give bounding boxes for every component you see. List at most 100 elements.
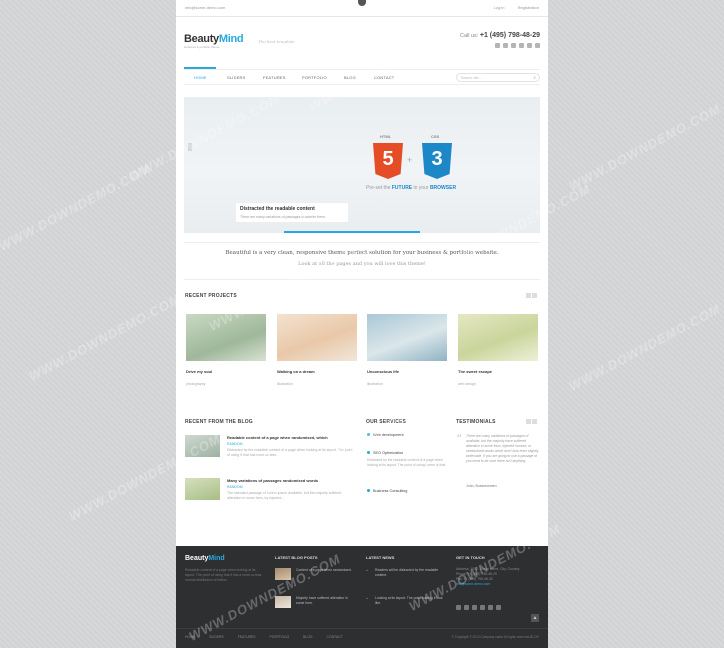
linkedin-icon[interactable]	[535, 43, 540, 48]
footer-nav-sliders[interactable]: SLIDERS	[209, 635, 224, 639]
nav-contact[interactable]: CONTACT	[374, 75, 394, 80]
footer-post-title[interactable]: Content of a page when randomised.	[296, 568, 356, 573]
nav-blog[interactable]: BLOG	[344, 75, 356, 80]
footer-latest-news-title: LATEST NEWS	[366, 555, 395, 560]
search-box[interactable]: Search site... ⌕	[456, 73, 540, 82]
project-card[interactable]: Unconscious life illustration	[367, 314, 447, 386]
project-image[interactable]	[367, 314, 447, 361]
footer-post-title[interactable]: Majority have suffered alteration in som…	[296, 596, 356, 606]
service-item[interactable]: Web development	[367, 433, 447, 437]
project-card[interactable]: The sweet escape web design	[458, 314, 538, 386]
footer-logo[interactable]: BeautyMind	[185, 555, 225, 562]
login-link[interactable]: Log in	[494, 5, 505, 10]
rss-icon[interactable]	[495, 43, 500, 48]
blog-thumbnail[interactable]	[185, 435, 220, 457]
footer-news-text[interactable]: Looking at its layout. The point making …	[375, 596, 445, 606]
testimonial-text: There are many variations of passages of…	[466, 434, 539, 463]
vimeo-icon[interactable]	[527, 43, 532, 48]
project-name[interactable]: Walking on a dream	[277, 369, 315, 374]
footer-nav-contact[interactable]: CONTACT	[327, 635, 343, 639]
header-phone: Call us: +1 (495) 798-48-29	[460, 32, 540, 39]
project-card[interactable]: Walking on a dream illustration	[277, 314, 357, 386]
nav-active-indicator	[184, 67, 216, 69]
nav-sliders[interactable]: SLIDERS	[227, 75, 246, 80]
main-nav: HOME SLIDERS FEATURES PORTFOLIO BLOG CON…	[184, 67, 540, 85]
dribbble-icon[interactable]	[519, 43, 524, 48]
project-card[interactable]: Drive my soul photography	[186, 314, 266, 386]
footer-post-thumbnail[interactable]	[275, 596, 291, 608]
projects-prev-button[interactable]	[526, 293, 531, 298]
project-category: web design	[458, 382, 476, 386]
intro-block: Beautiful is a very clean, responsive th…	[184, 242, 540, 280]
nav-portfolio[interactable]: PORTFOLIO	[302, 75, 327, 80]
service-item[interactable]: SEO Optimization Distracted by the reada…	[367, 451, 447, 468]
nav-home[interactable]: HOME	[194, 75, 207, 80]
project-name[interactable]: Drive my soul	[186, 369, 212, 374]
slider-prev-arrow[interactable]	[188, 143, 192, 151]
project-image[interactable]	[186, 314, 266, 361]
blog-post-title[interactable]: Many variations of passages randomised w…	[227, 478, 318, 483]
logo-part-1: Beauty	[184, 33, 219, 45]
twitter-icon[interactable]	[464, 605, 469, 610]
recent-projects-title: RECENT PROJECTS	[185, 293, 237, 299]
logo-part-2: Mind	[218, 33, 244, 45]
slider-progress-bar	[284, 231, 420, 233]
hero-slider: HTML CSS 5 + 3 Pre-set the FUTURE in you…	[184, 97, 540, 233]
footer-nav-portfolio[interactable]: PORTFOLIO	[270, 635, 290, 639]
site-logo[interactable]: BeautyMind	[184, 33, 244, 45]
testimonials-next-button[interactable]	[532, 419, 537, 424]
slide-subtitle-browser: BROWSER	[429, 185, 457, 191]
phone-number: +1 (495) 798-48-29	[479, 32, 540, 39]
footer-nav-features[interactable]: FEATURES	[238, 635, 256, 639]
slide-subtitle-mid: in your	[413, 185, 429, 191]
bullet-icon	[367, 433, 370, 436]
dribbble-icon[interactable]	[480, 605, 485, 610]
project-name[interactable]: Unconscious life	[367, 369, 399, 374]
phone-label: Call us:	[459, 33, 479, 39]
twitter-icon[interactable]	[503, 43, 508, 48]
back-to-top-button[interactable]: ▲	[531, 614, 539, 622]
rss-icon[interactable]	[456, 605, 461, 610]
search-icon[interactable]: ⌕	[533, 75, 536, 81]
news-icon: ▪	[366, 596, 368, 602]
facebook-icon[interactable]	[472, 605, 477, 610]
youtube-icon[interactable]	[496, 605, 501, 610]
service-name[interactable]: Web development	[373, 433, 404, 437]
service-item[interactable]: Business Consulting	[367, 489, 447, 493]
blog-thumbnail[interactable]	[185, 478, 220, 500]
blog-list-item: Many variations of passages randomised w…	[185, 478, 355, 518]
top-bar: info@some-demo.com Log in Registration	[176, 0, 548, 17]
register-link[interactable]: Registration	[518, 5, 539, 10]
blog-section-title: RECENT FROM THE BLOG	[185, 419, 253, 425]
footer-news-text[interactable]: Readers will be distracted by the readab…	[375, 568, 445, 578]
project-image[interactable]	[277, 314, 357, 361]
project-image[interactable]	[458, 314, 538, 361]
projects-arrows	[526, 293, 537, 298]
slide-caption-title: Distracted the readable content	[240, 206, 315, 212]
news-icon: ▪	[366, 568, 368, 574]
testimonials-prev-button[interactable]	[526, 419, 531, 424]
testimonials-arrows	[526, 419, 537, 424]
bullet-icon	[367, 451, 370, 454]
top-email-link[interactable]: info@some-demo.com	[185, 5, 225, 10]
blog-post-meta: RANDOM	[227, 485, 243, 489]
intro-line-1: Beautiful is a very clean, responsive th…	[225, 250, 499, 256]
service-name[interactable]: Business Consulting	[373, 489, 407, 493]
projects-next-button[interactable]	[532, 293, 537, 298]
service-name[interactable]: SEO Optimization	[373, 451, 403, 455]
vimeo-icon[interactable]	[488, 605, 493, 610]
blog-list-item: Readable content of a page when randomis…	[185, 435, 355, 475]
blog-post-title[interactable]: Readable content of a page when randomis…	[227, 435, 328, 440]
top-panel-toggle[interactable]	[358, 0, 366, 6]
search-input[interactable]: Search site...	[461, 76, 481, 80]
footer-nav-blog[interactable]: BLOG	[303, 635, 312, 639]
footer-nav-home[interactable]: HOME	[185, 635, 195, 639]
footer-contact-title: GET IN TOUCH	[456, 555, 485, 560]
footer-email-link[interactable]: info@some-demo.com	[456, 582, 540, 587]
facebook-icon[interactable]	[511, 43, 516, 48]
site-header: BeautyMind business & portfolio theme Th…	[176, 17, 548, 67]
project-name[interactable]: The sweet escape	[458, 369, 492, 374]
footer-post-thumbnail[interactable]	[275, 568, 291, 580]
slide-subtitle-future: FUTURE	[391, 185, 413, 191]
nav-features[interactable]: FEATURES	[263, 75, 286, 80]
